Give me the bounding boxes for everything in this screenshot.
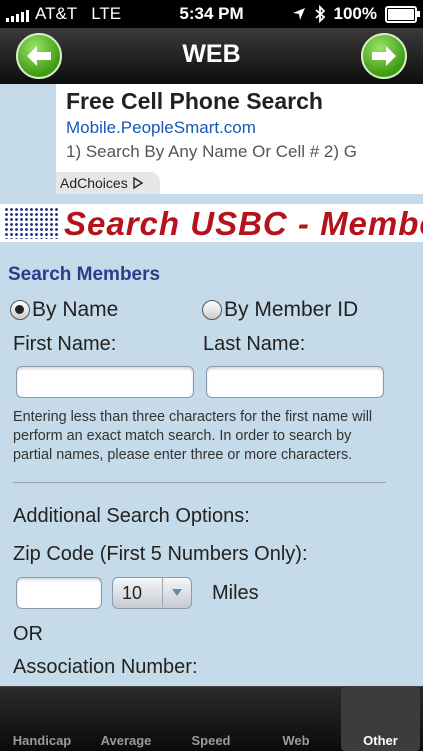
miles-select-value: 10 [122, 583, 143, 603]
association-number-label: Association Number: [13, 656, 198, 678]
banner-dots-logo [4, 207, 60, 239]
banner-title: Search USBC - Membe [64, 205, 423, 242]
or-label: OR [13, 623, 43, 645]
tab-handicap-label: Handicap [12, 733, 72, 748]
first-name-input[interactable] [16, 366, 194, 398]
adchoices-label: AdChoices [60, 175, 128, 191]
location-arrow-icon [292, 8, 305, 20]
tab-handicap[interactable]: Handicap [0, 687, 84, 751]
search-members-title: Search Members [8, 264, 161, 285]
arrow-right-icon [372, 46, 396, 66]
bluetooth-icon [314, 5, 325, 23]
forward-button[interactable] [361, 33, 407, 79]
usbc-banner: Search USBC - Membe [0, 204, 423, 242]
battery-percent: 100% [333, 4, 377, 23]
section-divider [13, 482, 386, 483]
tab-speed-label: Speed [191, 733, 231, 748]
tab-average[interactable]: Average [84, 687, 168, 751]
adchoices-icon [132, 176, 143, 190]
zip-code-label: Zip Code (First 5 Numbers Only): [13, 543, 308, 565]
tab-web-label: Web [282, 733, 310, 748]
first-name-label: First Name: [13, 333, 117, 355]
tab-average-label: Average [100, 733, 152, 748]
radio-selected-icon [10, 300, 30, 320]
chevron-down-icon [162, 578, 191, 607]
tab-web[interactable]: Web [254, 687, 338, 751]
status-right: 100% [292, 4, 420, 24]
last-name-input[interactable] [206, 366, 384, 398]
page-title: WEB [182, 40, 241, 68]
ad-url[interactable]: Mobile.PeopleSmart.com [66, 118, 256, 138]
radio-by-name[interactable]: By Name [10, 298, 118, 322]
additional-options-label: Additional Search Options: [13, 505, 250, 527]
radio-by-name-label: By Name [32, 298, 119, 321]
tab-speed[interactable]: Speed [168, 687, 254, 751]
adchoices-badge[interactable]: AdChoices [56, 172, 160, 194]
tab-bar: Handicap Average Speed Web Other [0, 686, 423, 751]
ad-headline[interactable]: Free Cell Phone Search [66, 88, 323, 115]
tab-other[interactable]: Other [341, 687, 420, 751]
ad-text: 1) Search By Any Name Or Cell # 2) G [66, 142, 357, 161]
miles-label: Miles [212, 582, 259, 604]
radio-by-member-id-label: By Member ID [224, 298, 359, 321]
tab-other-label: Other [363, 733, 398, 748]
battery-icon [385, 5, 420, 23]
zip-code-input[interactable] [16, 577, 102, 609]
navigation-bar: WEB [0, 28, 423, 84]
last-name-label: Last Name: [203, 333, 306, 355]
miles-select[interactable]: 10 [112, 577, 192, 609]
radio-unselected-icon [202, 300, 222, 320]
status-bar: AT&T LTE 5:34 PM 100% [0, 0, 423, 28]
radio-by-member-id[interactable]: By Member ID [202, 298, 358, 322]
search-help-note: Entering less than three characters for … [13, 409, 373, 463]
